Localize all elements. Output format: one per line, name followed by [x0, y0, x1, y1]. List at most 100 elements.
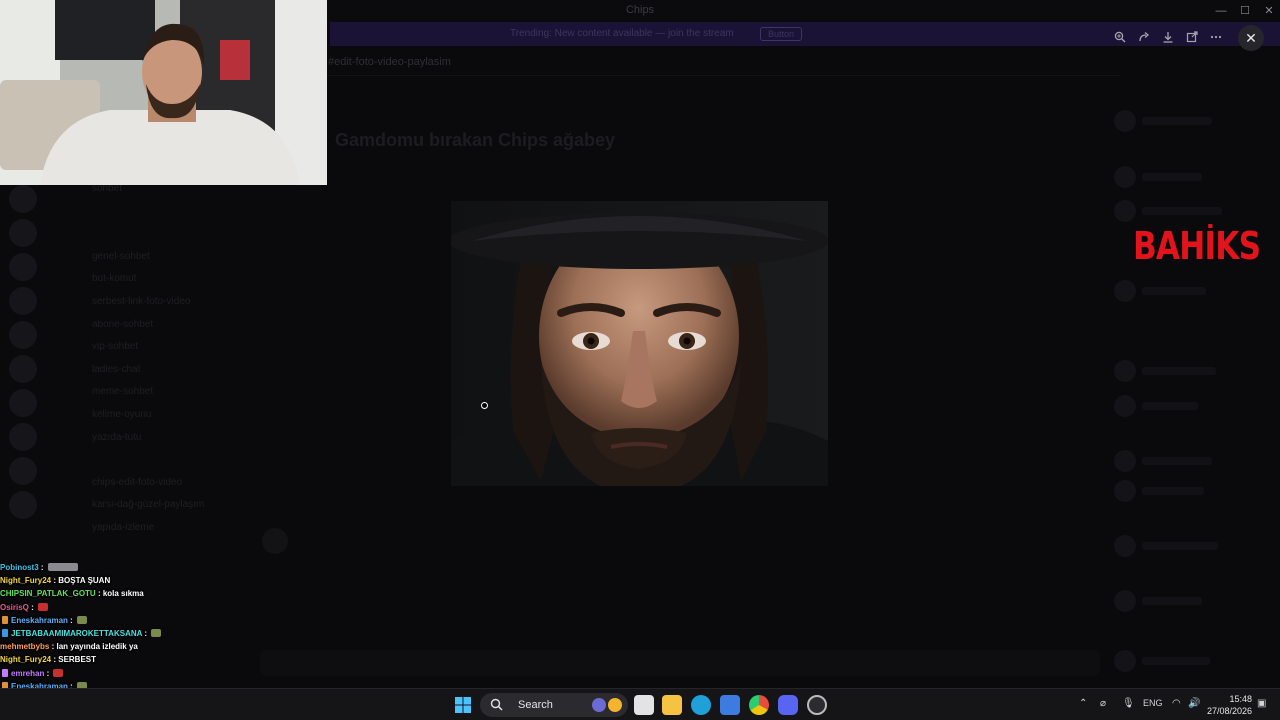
- file-explorer-icon[interactable]: [662, 695, 682, 715]
- zoom-in-icon[interactable]: [1109, 26, 1131, 48]
- member-name[interactable]: [1142, 487, 1204, 495]
- network-off-icon[interactable]: ⌀: [1100, 698, 1106, 709]
- server-icon[interactable]: [9, 389, 37, 417]
- channel-header: #edit-foto-video-paylasim: [250, 48, 1120, 76]
- server-icon[interactable]: [9, 287, 37, 315]
- chat-username: Night_Fury24: [0, 655, 52, 665]
- message-composer[interactable]: [260, 650, 1100, 676]
- discord-icon[interactable]: [778, 695, 798, 715]
- window-close-button[interactable]: ✕: [1256, 3, 1280, 19]
- viewer-close-button[interactable]: ✕: [1238, 25, 1264, 51]
- wifi-icon[interactable]: ◠: [1172, 698, 1181, 709]
- banner-button[interactable]: Button: [760, 27, 802, 41]
- server-icon[interactable]: [9, 423, 37, 451]
- server-icon[interactable]: [9, 355, 37, 383]
- chat-username: Night_Fury24: [0, 576, 52, 586]
- windows-start-icon[interactable]: [453, 695, 473, 715]
- member-avatar[interactable]: [1114, 650, 1136, 672]
- channel-item[interactable]: ladies-chat: [46, 359, 246, 382]
- widgets-icon[interactable]: [592, 698, 606, 712]
- member-avatar[interactable]: [1114, 450, 1136, 472]
- notification-icon[interactable]: ▣: [1257, 698, 1266, 709]
- member-avatar[interactable]: [1114, 166, 1136, 188]
- channel-item[interactable]: vip-sohbet: [46, 336, 246, 359]
- member-name[interactable]: [1142, 542, 1218, 550]
- member-avatar[interactable]: [1114, 480, 1136, 502]
- bing-icon[interactable]: [608, 698, 622, 712]
- member-name[interactable]: [1142, 457, 1212, 465]
- download-icon[interactable]: [1157, 26, 1179, 48]
- chat-emote-icon: [47, 563, 78, 571]
- member-name[interactable]: [1142, 117, 1212, 125]
- member-avatar[interactable]: [1114, 200, 1136, 222]
- channel-category: [46, 201, 246, 224]
- member-avatar[interactable]: [1114, 535, 1136, 557]
- chat-text: kola sıkma: [102, 589, 144, 599]
- member-avatar[interactable]: [1114, 280, 1136, 302]
- channel-item[interactable]: genel-sohbet: [46, 246, 246, 269]
- member-name[interactable]: [1142, 597, 1202, 605]
- more-icon[interactable]: [1205, 26, 1227, 48]
- search-placeholder: Search: [518, 699, 553, 711]
- channel-item[interactable]: yazıda-tutu: [46, 427, 246, 450]
- member-name[interactable]: [1142, 207, 1222, 215]
- member-avatar[interactable]: [1114, 110, 1136, 132]
- chat-separator: :: [142, 628, 150, 638]
- member-avatar[interactable]: [1114, 395, 1136, 417]
- opened-image[interactable]: [451, 201, 828, 486]
- taskbar-search[interactable]: Search: [480, 693, 628, 717]
- chat-message: emrehan :: [0, 667, 260, 680]
- chrome-icon[interactable]: [749, 695, 769, 715]
- chat-text: BOŞTA ŞUAN: [58, 576, 111, 586]
- show-hidden-icons[interactable]: ⌃: [1079, 698, 1087, 709]
- channel-item[interactable]: yapıda-izleme: [46, 517, 246, 540]
- taskbar: Search ⌃ ⌀ 🎙 ENG ◠ 🔊 15:48 27/08/2026 ▣: [0, 688, 1280, 720]
- server-icon[interactable]: [9, 219, 37, 247]
- channel-item[interactable]: karsı-dağ-güzel-paylaşım: [46, 494, 246, 517]
- chat-username: emrehan: [11, 668, 45, 678]
- chat-emote-icon: [77, 615, 88, 624]
- mouse-cursor: [481, 402, 488, 409]
- taskbar-clock[interactable]: 15:48 27/08/2026: [1206, 693, 1252, 717]
- server-icon[interactable]: [9, 185, 37, 213]
- member-name[interactable]: [1142, 402, 1198, 410]
- clock-date: 27/08/2026: [1206, 706, 1252, 716]
- channel-name: #edit-foto-video-paylasim: [328, 56, 451, 68]
- language-indicator[interactable]: ENG: [1143, 698, 1163, 708]
- store-icon[interactable]: [720, 695, 740, 715]
- screen: Chips — ☐ ✕ Trending: New content availa…: [0, 0, 1280, 720]
- post-heading: Gamdomu bırakan Chips ağabey: [335, 130, 616, 150]
- server-icon[interactable]: [9, 457, 37, 485]
- channel-category: [46, 223, 246, 246]
- minimize-button[interactable]: —: [1208, 3, 1234, 19]
- member-name[interactable]: [1142, 657, 1210, 665]
- server-icon[interactable]: [9, 321, 37, 349]
- member-name[interactable]: [1142, 287, 1206, 295]
- obs-icon[interactable]: [807, 695, 827, 715]
- server-icon[interactable]: [9, 491, 37, 519]
- channel-item[interactable]: abone-sohbet: [46, 314, 246, 337]
- chat-emote-icon: [151, 628, 162, 637]
- rotate-icon[interactable]: [1133, 26, 1155, 48]
- server-icon[interactable]: [9, 253, 37, 281]
- member-name[interactable]: [1142, 173, 1202, 181]
- message-avatar[interactable]: [262, 528, 288, 554]
- chat-message: CHIPSIN_PATLAK_GOTU : kola sıkma: [0, 587, 260, 600]
- channel-item[interactable]: kelime-oyunu: [46, 404, 246, 427]
- channel-item[interactable]: chips-edit-foto-video: [46, 472, 246, 495]
- chat-badge-icon: [2, 615, 8, 624]
- channel-item[interactable]: bot-komut: [46, 268, 246, 291]
- channel-item[interactable]: meme-sohbet: [46, 381, 246, 404]
- microphone-icon[interactable]: 🎙: [1122, 698, 1135, 709]
- maximize-button[interactable]: ☐: [1232, 3, 1258, 19]
- chat-message: Eneskahraman :: [0, 614, 260, 627]
- channel-item[interactable]: serbest-link-foto-video: [46, 291, 246, 314]
- task-view-icon[interactable]: [634, 695, 654, 715]
- chat-username: OsirisQ: [0, 602, 29, 612]
- member-avatar[interactable]: [1114, 360, 1136, 382]
- open-external-icon[interactable]: [1181, 26, 1203, 48]
- volume-icon[interactable]: 🔊: [1188, 698, 1200, 709]
- edge-icon[interactable]: [691, 695, 711, 715]
- member-avatar[interactable]: [1114, 590, 1136, 612]
- member-name[interactable]: [1142, 367, 1216, 375]
